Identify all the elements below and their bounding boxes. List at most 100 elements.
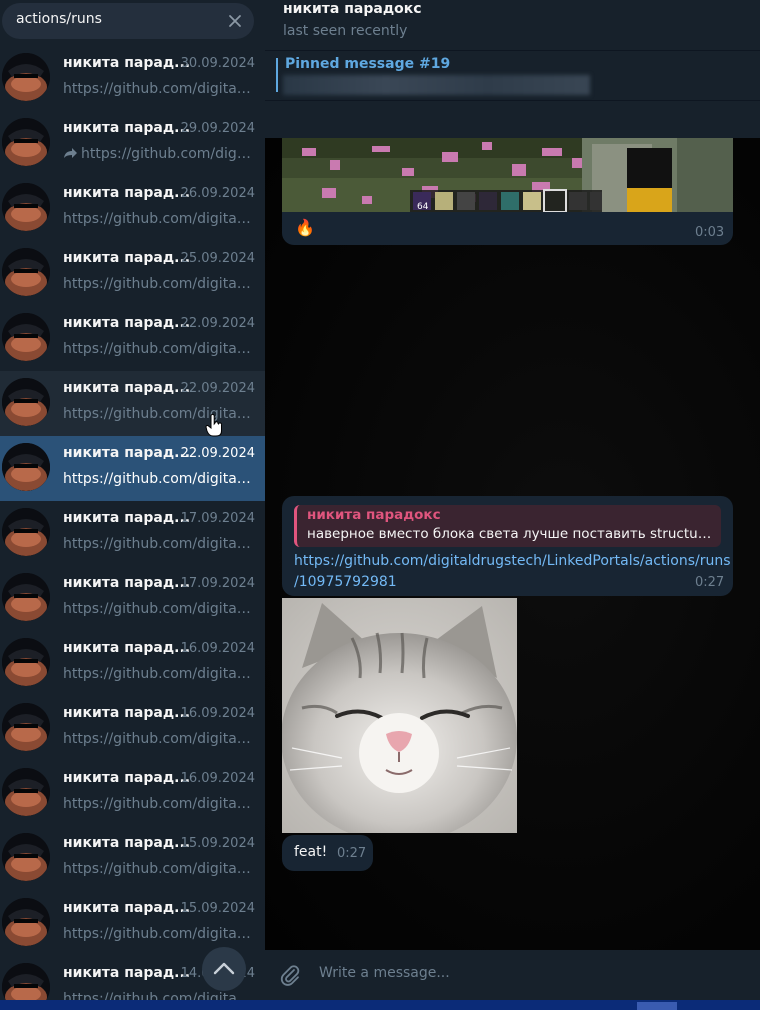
avatar — [2, 183, 50, 231]
result-link-text: https://github.com/digital... — [63, 536, 253, 552]
result-date: 15.09.2024 — [180, 901, 255, 916]
result-link-text: https://github.com/digital... — [63, 276, 253, 292]
paperclip-icon[interactable] — [279, 964, 301, 986]
result-sender: никита парад... — [63, 770, 191, 786]
result-sender: никита парад... — [63, 510, 191, 526]
chat-panel: никита парадокс last seen recently Pinne… — [265, 0, 760, 1000]
result-preview: https://github.com/digital... — [63, 81, 253, 97]
chevron-up-icon — [213, 962, 235, 975]
telegram-window: никита парад... 30.09.2024 https://github.… — [0, 0, 760, 1010]
avatar — [2, 508, 50, 556]
result-link-text: https://github.com/digital... — [63, 471, 253, 487]
image-message[interactable]: 64 🔥 0:03 — [282, 138, 733, 245]
search-results-panel: никита парад... 30.09.2024 https://github.… — [0, 0, 265, 1000]
search-input[interactable]: actions/runs — [2, 3, 254, 39]
result-date: 22.09.2024 — [180, 446, 255, 461]
search-result-item[interactable]: никита парад... 26.09.2024 https://github.… — [0, 176, 265, 241]
result-preview: https://github.com/digital... — [63, 471, 253, 487]
result-sender: никита парад... — [63, 705, 191, 721]
result-preview: https://github.com/digital... — [63, 276, 253, 292]
result-preview: https://github.com/digital... — [63, 926, 253, 942]
avatar — [2, 248, 50, 296]
result-date: 15.09.2024 — [180, 836, 255, 851]
search-result-item[interactable]: никита парад... 17.09.2024 https://github.… — [0, 566, 265, 631]
message-time: 0:27 — [337, 846, 367, 861]
result-date: 16.09.2024 — [180, 771, 255, 786]
message-text: feat! — [294, 844, 328, 860]
message-input[interactable]: Write a message... — [319, 965, 450, 981]
minecraft-screenshot[interactable]: 64 — [282, 138, 733, 212]
result-link-text: https://github.com/digital... — [63, 211, 253, 227]
reply-preview[interactable]: никита парадокс наверное вместо блока св… — [294, 505, 721, 547]
result-link-text: https://github.com/digit... — [81, 146, 253, 162]
scroll-to-top-button[interactable] — [202, 947, 246, 991]
text-message[interactable]: feat! 0:27 — [282, 835, 373, 871]
pinned-message-bar[interactable]: Pinned message #19 — [265, 51, 760, 100]
result-preview: https://github.com/digital... — [63, 601, 253, 617]
message-composer: Write a message... — [265, 950, 760, 1000]
result-preview: https://github.com/digital... — [63, 536, 253, 552]
result-preview: https://github.com/digital... — [63, 731, 253, 747]
search-result-item[interactable]: никита парад... 16.09.2024 https://github.… — [0, 631, 265, 696]
result-link-text: https://github.com/digital... — [63, 81, 253, 97]
result-preview: https://github.com/digital... — [63, 991, 253, 1000]
avatar — [2, 833, 50, 881]
forward-icon — [64, 148, 77, 158]
avatar — [2, 898, 50, 946]
search-result-item[interactable]: никита парад... 22.09.2024 https://github.… — [0, 371, 265, 436]
result-sender: никита парад... — [63, 380, 191, 396]
header-strip — [265, 101, 760, 138]
result-sender: никита парад... — [63, 185, 191, 201]
avatar — [2, 638, 50, 686]
link-message[interactable]: никита парадокс наверное вместо блока св… — [282, 496, 733, 596]
result-sender: никита парад... — [63, 120, 191, 136]
result-preview: https://github.com/digit... — [63, 146, 253, 162]
taskbar-item[interactable] — [637, 1002, 677, 1010]
chat-title: никита парадокс — [283, 1, 422, 17]
search-result-item[interactable]: никита парад... 15.09.2024 https://github.… — [0, 826, 265, 891]
avatar — [2, 443, 50, 491]
search-result-item[interactable]: никита парад... 16.09.2024 https://github.… — [0, 761, 265, 826]
search-result-item[interactable]: никита парад... 17.09.2024 https://github.… — [0, 501, 265, 566]
search-query: actions/runs — [16, 11, 102, 27]
result-link-text: https://github.com/digital... — [63, 666, 253, 682]
pinned-preview-blurred — [283, 75, 590, 95]
avatar — [2, 378, 50, 426]
search-result-item[interactable]: никита парад... 25.09.2024 https://github.… — [0, 241, 265, 306]
search-result-item[interactable]: никита парад... 22.09.2024 https://github.… — [0, 436, 265, 501]
search-result-item[interactable]: никита парад... 22.09.2024 https://github.… — [0, 306, 265, 371]
result-link-text: https://github.com/digital... — [63, 731, 253, 747]
result-sender: никита парад... — [63, 250, 191, 266]
search-result-item[interactable]: никита парад... 30.09.2024 https://github.… — [0, 46, 265, 111]
result-sender: никита парад... — [63, 55, 191, 71]
result-preview: https://github.com/digital... — [63, 796, 253, 812]
result-preview: https://github.com/digital... — [63, 666, 253, 682]
search-result-item[interactable]: никита парад... 16.09.2024 https://github.… — [0, 696, 265, 761]
chat-status: last seen recently — [283, 23, 408, 39]
avatar — [2, 313, 50, 361]
link-line-2: /10975792981 — [294, 574, 397, 590]
result-link-text: https://github.com/digital... — [63, 601, 253, 617]
link-line-1: https://github.com/digitaldrugstech/Link… — [294, 553, 731, 569]
result-date: 30.09.2024 — [180, 56, 255, 71]
result-sender: никита парад... — [63, 965, 191, 981]
result-date: 29.09.2024 — [180, 121, 255, 136]
result-preview: https://github.com/digital... — [63, 211, 253, 227]
result-date: 25.09.2024 — [180, 251, 255, 266]
cat-photo[interactable] — [282, 598, 517, 833]
search-result-item[interactable]: никита парад... 29.09.2024 https://github.… — [0, 111, 265, 176]
result-link-text: https://github.com/digital... — [63, 406, 253, 422]
avatar — [2, 53, 50, 101]
close-icon[interactable] — [226, 12, 244, 30]
hand-cursor-icon — [205, 414, 223, 437]
hotbar-count: 64 — [417, 202, 429, 212]
result-link-text: https://github.com/digital... — [63, 926, 253, 942]
result-preview: https://github.com/digital... — [63, 406, 253, 422]
avatar — [2, 118, 50, 166]
result-date: 17.09.2024 — [180, 511, 255, 526]
chat-header[interactable]: никита парадокс last seen recently — [265, 0, 760, 50]
result-date: 26.09.2024 — [180, 186, 255, 201]
search-bar: actions/runs — [0, 0, 265, 46]
github-link[interactable]: https://github.com/digitaldrugstech/Link… — [294, 551, 731, 593]
result-date: 16.09.2024 — [180, 641, 255, 656]
